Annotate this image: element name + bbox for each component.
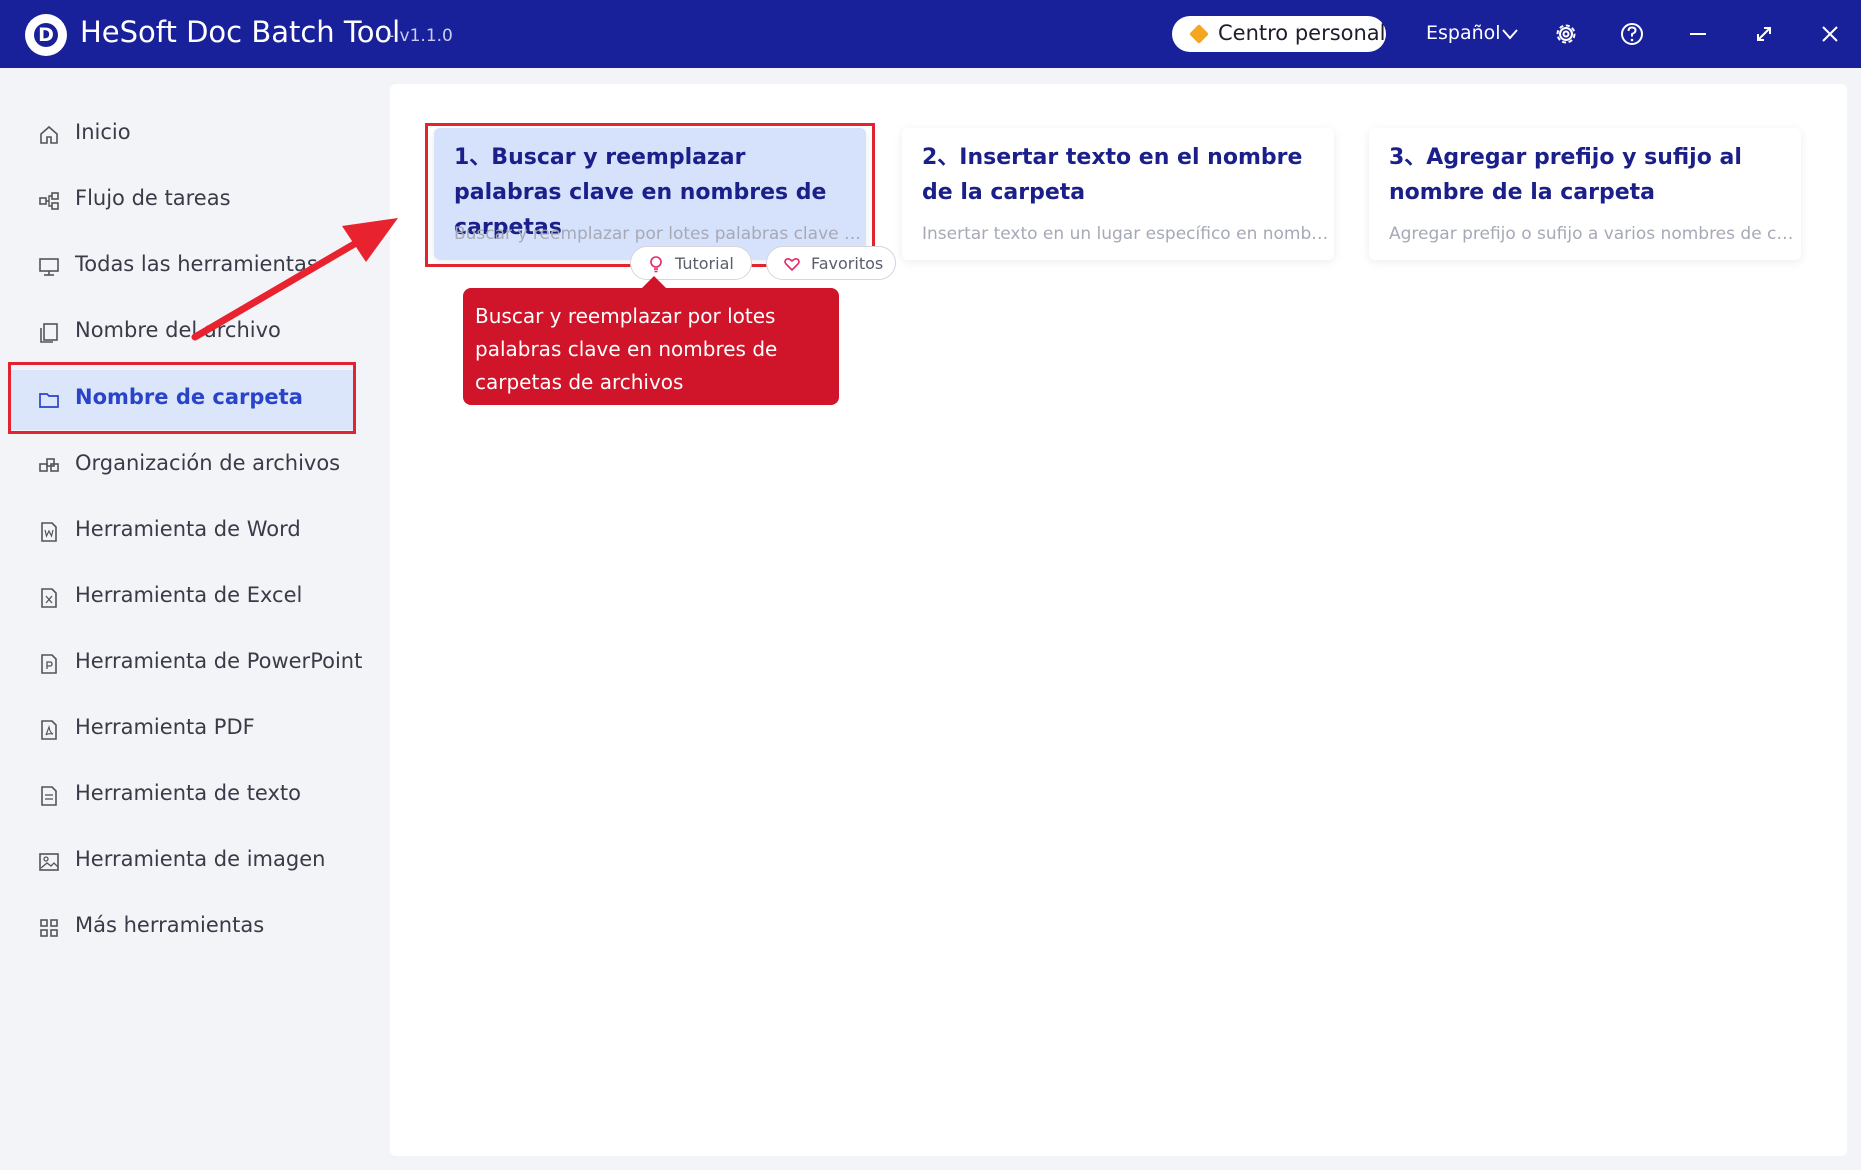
sidebar-item-herramienta-de-texto[interactable]: Herramienta de texto: [10, 766, 354, 826]
title-bar: D HeSoft Doc Batch Tool - v1.1.0 Centro …: [0, 0, 1861, 68]
personal-center-button[interactable]: Centro personal: [1172, 16, 1386, 52]
app-version: - v1.1.0: [388, 26, 453, 46]
sidebar-item-label: Organización de archivos: [75, 451, 341, 475]
image-icon: [39, 853, 59, 871]
tool-card-title: 2、Insertar texto en el nombre de la carp…: [922, 145, 1303, 205]
sidebar-highlight-box: [8, 362, 356, 434]
workflow-icon: [39, 192, 59, 210]
help-icon[interactable]: [1617, 19, 1647, 49]
minimize-icon[interactable]: [1683, 19, 1713, 49]
sidebar: Inicio Flujo de tareas Todas las herrami…: [0, 68, 362, 1170]
close-icon[interactable]: [1815, 19, 1845, 49]
sidebar-item-herramienta-pdf[interactable]: Herramienta PDF: [10, 700, 354, 760]
sidebar-item-flujo-de-tareas[interactable]: Flujo de tareas: [10, 171, 354, 231]
tooltip: Buscar y reemplazar por lotes palabras c…: [463, 288, 839, 405]
home-icon: [40, 125, 58, 144]
grid-icon: [40, 919, 58, 937]
sidebar-item-herramienta-de-powerpoint[interactable]: Herramienta de PowerPoint: [10, 634, 362, 694]
tool-card-description: Agregar prefijo o sufijo a varios nombre…: [1389, 224, 1799, 244]
sidebar-item-todas-las-herramientas[interactable]: Todas las herramientas: [10, 237, 354, 297]
lightbulb-icon: [650, 256, 662, 273]
chevron-down-icon[interactable]: [1500, 24, 1520, 44]
sidebar-item-label: Herramienta de PowerPoint: [75, 649, 363, 673]
sidebar-item-label: Herramienta de texto: [75, 781, 301, 805]
monitor-icon: [39, 258, 59, 276]
sidebar-item-label: Más herramientas: [75, 913, 265, 937]
sidebar-item-label: Todas las herramientas: [75, 252, 318, 276]
tool-card-description: Insertar texto en un lugar específico en…: [922, 224, 1332, 244]
file-copy-icon: [40, 323, 58, 343]
sidebar-item-label: Herramienta de Word: [75, 517, 301, 541]
sidebar-item-label: Flujo de tareas: [75, 186, 231, 210]
organize-icon: [39, 458, 59, 472]
settings-gear-icon[interactable]: [1551, 19, 1581, 49]
personal-center-label: Centro personal: [1218, 21, 1386, 45]
word-file-icon: [41, 522, 57, 542]
sidebar-item-organizacion-de-archivos[interactable]: Organización de archivos: [10, 436, 354, 496]
tool-card-insertar-texto[interactable]: 2、Insertar texto en el nombre de la carp…: [902, 128, 1334, 260]
favorites-label: Favoritos: [811, 254, 884, 273]
pdf-file-icon: [41, 720, 57, 740]
language-selector[interactable]: Español: [1426, 22, 1501, 44]
maximize-icon[interactable]: [1749, 19, 1779, 49]
sidebar-item-herramienta-de-excel[interactable]: Herramienta de Excel: [10, 568, 354, 628]
diamond-icon: [1189, 24, 1209, 44]
tool-card-title: 3、Agregar prefijo y sufijo al nombre de …: [1389, 145, 1742, 205]
sidebar-item-label: Nombre del archivo: [75, 318, 281, 342]
sidebar-item-label: Inicio: [75, 120, 131, 144]
app-title: HeSoft Doc Batch Tool: [80, 15, 401, 49]
app-logo-icon: D: [25, 14, 67, 56]
tool-card-agregar-prefijo[interactable]: 3、Agregar prefijo y sufijo al nombre de …: [1369, 128, 1801, 260]
tutorial-button[interactable]: Tutorial: [630, 246, 752, 280]
text-file-icon: [41, 786, 57, 806]
sidebar-item-inicio[interactable]: Inicio: [10, 105, 354, 165]
app-logo-letter: D: [38, 24, 54, 46]
favorites-button[interactable]: Favoritos: [766, 246, 896, 280]
powerpoint-file-icon: [41, 654, 57, 674]
tutorial-label: Tutorial: [675, 254, 734, 273]
sidebar-item-herramienta-de-imagen[interactable]: Herramienta de imagen: [10, 832, 354, 892]
sidebar-item-nombre-del-archivo[interactable]: Nombre del archivo: [10, 303, 354, 363]
sidebar-item-label: Herramienta PDF: [75, 715, 255, 739]
sidebar-item-label: Herramienta de Excel: [75, 583, 303, 607]
excel-file-icon: [41, 588, 57, 608]
sidebar-item-mas-herramientas[interactable]: Más herramientas: [10, 898, 354, 958]
sidebar-item-herramienta-de-word[interactable]: Herramienta de Word: [10, 502, 354, 562]
heart-icon: [784, 257, 800, 272]
sidebar-item-label: Herramienta de imagen: [75, 847, 326, 871]
